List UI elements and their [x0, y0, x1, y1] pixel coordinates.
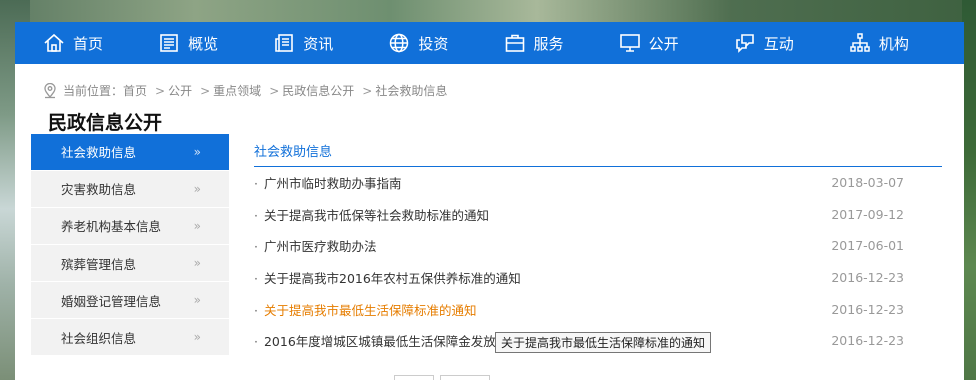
pagination	[394, 375, 490, 380]
list-item[interactable]: 广州市临时救助办事指南 2018-03-07	[254, 167, 942, 199]
sidebar-item-social-orgs[interactable]: 社会组织信息 »	[31, 319, 229, 356]
list-item-date: 2017-09-12	[831, 206, 904, 222]
sidebar-item-label: 婚姻登记管理信息	[61, 293, 162, 309]
overview-icon	[158, 32, 180, 54]
breadcrumb-home[interactable]: 首页	[123, 82, 147, 99]
list-item-title[interactable]: 关于提高我市最低生活保障标准的通知	[254, 300, 477, 319]
sidebar: 社会救助信息 » 灾害救助信息 » 养老机构基本信息 » 殡葬管理信息 » 婚姻…	[31, 134, 229, 357]
sidebar-item-social-assistance[interactable]: 社会救助信息 »	[31, 134, 229, 171]
list-item[interactable]: 广州市医疗救助办法 2017-06-01	[254, 230, 942, 262]
top-nav: 首页 概览 资讯 投资 服务 公开 互动 机构	[15, 22, 964, 64]
briefcase-icon	[504, 32, 526, 54]
list-item[interactable]: 关于提高我市2016年农村五保供养标准的通知 2016-12-23	[254, 262, 942, 294]
breadcrumb-key-areas[interactable]: 重点领域	[213, 82, 261, 99]
news-icon	[273, 32, 295, 54]
list-item-hovered[interactable]: 关于提高我市最低生活保障标准的通知 2016-12-23	[254, 293, 942, 325]
double-chevron-right-icon: »	[193, 293, 201, 308]
sidebar-item-label: 殡葬管理信息	[61, 256, 137, 272]
list-item-date: 2016-12-23	[831, 301, 904, 317]
list-item-title[interactable]: 广州市临时救助办事指南	[254, 173, 402, 192]
breadcrumb-separator: >	[200, 83, 211, 98]
sidebar-item-elderly-care[interactable]: 养老机构基本信息 »	[31, 208, 229, 245]
nav-public-label: 公开	[648, 34, 679, 53]
nav-public[interactable]: 公开	[619, 22, 734, 64]
nav-service-label: 服务	[533, 34, 564, 53]
nav-home[interactable]: 首页	[43, 22, 158, 64]
nav-invest-label: 投资	[418, 34, 449, 53]
nav-service[interactable]: 服务	[504, 22, 619, 64]
breadcrumb-public[interactable]: 公开	[168, 82, 192, 99]
list-item-title[interactable]: 关于提高我市低保等社会救助标准的通知	[254, 205, 489, 224]
main-panel: 首页 概览 资讯 投资 服务 公开 互动 机构 当前位置： 首页 > 公开 > …	[15, 22, 964, 380]
tooltip: 关于提高我市最低生活保障标准的通知	[495, 331, 712, 353]
nav-overview[interactable]: 概览	[158, 22, 273, 64]
nav-invest[interactable]: 投资	[388, 22, 503, 64]
nav-org-label: 机构	[878, 34, 909, 53]
sidebar-item-disaster-relief[interactable]: 灾害救助信息 »	[31, 171, 229, 208]
org-chart-icon	[849, 32, 871, 54]
nav-home-label: 首页	[73, 34, 104, 53]
nav-interact-label: 互动	[763, 34, 794, 53]
pager-button[interactable]	[440, 375, 490, 380]
list-item-title[interactable]: 2016年度增城区城镇最低生活保障金发放汇	[254, 331, 508, 350]
sidebar-item-label: 社会救助信息	[61, 145, 137, 161]
nav-news[interactable]: 资讯	[273, 22, 388, 64]
globe-icon	[388, 32, 410, 54]
list-item-date: 2016-12-23	[831, 333, 904, 349]
nav-overview-label: 概览	[188, 34, 219, 53]
sidebar-item-marriage[interactable]: 婚姻登记管理信息 »	[31, 282, 229, 319]
background-photo-right	[962, 0, 976, 380]
sidebar-item-label: 养老机构基本信息	[61, 219, 162, 235]
content-heading: 社会救助信息	[254, 134, 942, 167]
breadcrumb-separator: >	[155, 83, 166, 98]
chat-icon	[734, 32, 756, 54]
breadcrumb: 当前位置： 首页 > 公开 > 重点领域 > 民政信息公开 > 社会救助信息	[43, 82, 447, 99]
nav-news-label: 资讯	[303, 34, 334, 53]
breadcrumb-prefix: 当前位置：	[63, 84, 124, 98]
list-item-date: 2016-12-23	[831, 270, 904, 286]
monitor-icon	[619, 32, 641, 54]
breadcrumb-separator: >	[269, 83, 280, 98]
double-chevron-right-icon: »	[193, 256, 201, 271]
background-photo-top	[0, 0, 976, 22]
double-chevron-right-icon: »	[193, 181, 201, 196]
breadcrumb-civil-affairs[interactable]: 民政信息公开	[282, 82, 354, 99]
double-chevron-right-icon: »	[193, 144, 201, 159]
double-chevron-right-icon: »	[193, 218, 201, 233]
double-chevron-right-icon: »	[193, 330, 201, 345]
breadcrumb-social-assistance[interactable]: 社会救助信息	[375, 82, 447, 99]
list-item-title[interactable]: 广州市医疗救助办法	[254, 236, 377, 255]
list-item[interactable]: 2016年度增城区城镇最低生活保障金发放汇 2016-12-23 关于提高我市最…	[254, 325, 942, 357]
location-pin-icon	[44, 82, 56, 98]
nav-interact[interactable]: 互动	[734, 22, 849, 64]
sidebar-item-label: 社会组织信息	[61, 330, 137, 346]
list-item-title[interactable]: 关于提高我市2016年农村五保供养标准的通知	[254, 268, 521, 287]
content-panel: 社会救助信息 广州市临时救助办事指南 2018-03-07 关于提高我市低保等社…	[254, 134, 942, 357]
home-icon	[43, 32, 65, 54]
section-title: 民政信息公开	[48, 112, 163, 134]
list-item-date: 2017-06-01	[831, 238, 904, 254]
list-item-date: 2018-03-07	[831, 175, 904, 191]
list-item[interactable]: 关于提高我市低保等社会救助标准的通知 2017-09-12	[254, 199, 942, 231]
nav-org[interactable]: 机构	[849, 22, 964, 64]
sidebar-item-funeral[interactable]: 殡葬管理信息 »	[31, 245, 229, 282]
sidebar-item-label: 灾害救助信息	[61, 182, 137, 198]
pager-button[interactable]	[394, 375, 434, 380]
breadcrumb-separator: >	[362, 83, 373, 98]
